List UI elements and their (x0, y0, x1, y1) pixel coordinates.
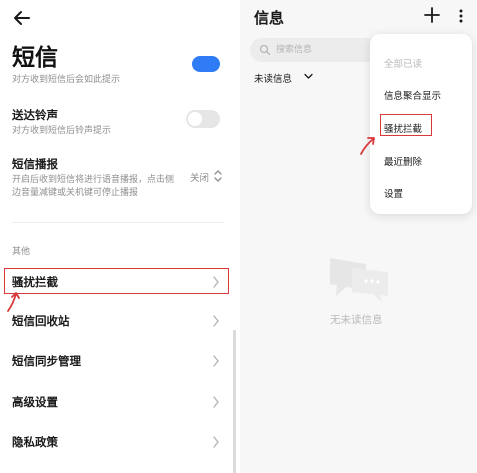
plus-icon (424, 7, 440, 23)
chevron-right-icon (213, 355, 219, 367)
sms-broadcast-subtitle-1: 开启后收到短信将进行语音播报，点击侧 (12, 175, 175, 185)
divider (12, 222, 224, 223)
sms-broadcast-selector[interactable] (213, 168, 223, 182)
chevron-down-icon[interactable] (304, 73, 313, 80)
empty-state-text: 无未读信息 (330, 314, 383, 326)
nav-item-advanced-settings[interactable]: 高级设置 (0, 388, 236, 416)
toggle-knob (188, 112, 202, 126)
annotation-arrow-icon (7, 292, 20, 312)
annotation-arrow-icon (360, 137, 375, 155)
sms-settings-panel: 短信 对方收到短信后会如此提示 送达铃声 对方收到短信后铃声提示 短信播报 开启… (0, 0, 236, 473)
nav-item-privacy-policy[interactable]: 隐私政策 (0, 428, 236, 456)
search-icon (259, 44, 271, 56)
empty-messages-icon (330, 258, 388, 302)
sms-broadcast-value[interactable]: 关闭 (190, 170, 209, 184)
chevron-right-icon (213, 396, 219, 408)
menu-item-settings[interactable]: 设置 (384, 186, 403, 200)
menu-item-recently-deleted[interactable]: 最近删除 (384, 154, 422, 168)
page-title: 短信 (12, 45, 58, 71)
back-button[interactable] (10, 6, 34, 30)
page-title: 信息 (254, 9, 285, 27)
annotation-highlight-box (4, 268, 229, 294)
annotation-highlight-box (380, 114, 432, 136)
partial-row-subtitle: 对方收到短信后会如此提示 (12, 75, 121, 85)
chevron-right-icon (213, 436, 219, 448)
nav-item-label: 高级设置 (12, 395, 58, 409)
sms-broadcast-title: 短信播报 (12, 157, 58, 171)
back-arrow-icon (14, 11, 30, 25)
delivery-ringtone-toggle[interactable] (186, 110, 220, 128)
nav-item-label: 短信回收站 (12, 314, 70, 328)
unread-filter-label[interactable]: 未读信息 (254, 71, 292, 85)
previous-setting-toggle[interactable] (192, 56, 220, 72)
search-bar[interactable] (250, 38, 390, 62)
delivery-ringtone-title: 送达铃声 (12, 108, 58, 122)
nav-item-label: 短信同步管理 (12, 354, 81, 368)
chevron-right-icon (213, 315, 219, 327)
new-message-button[interactable] (424, 7, 440, 23)
menu-item-mark-all-read[interactable]: 全部已读 (384, 56, 422, 70)
section-label-other: 其他 (12, 247, 31, 257)
nav-item-label: 隐私政策 (12, 435, 58, 449)
more-options-button[interactable] (458, 8, 464, 24)
delivery-ringtone-subtitle: 对方收到短信后铃声提示 (12, 126, 112, 136)
up-down-arrows-icon (214, 170, 222, 182)
menu-item-aggregate-display[interactable]: 信息聚合显示 (384, 88, 441, 102)
sms-broadcast-subtitle-2: 边音量减键或关机键可停止播报 (12, 188, 139, 198)
search-input[interactable] (276, 42, 384, 58)
more-vertical-icon (459, 9, 463, 23)
nav-item-sms-sync[interactable]: 短信同步管理 (0, 347, 236, 375)
nav-item-sms-recycle-bin[interactable]: 短信回收站 (0, 307, 236, 335)
